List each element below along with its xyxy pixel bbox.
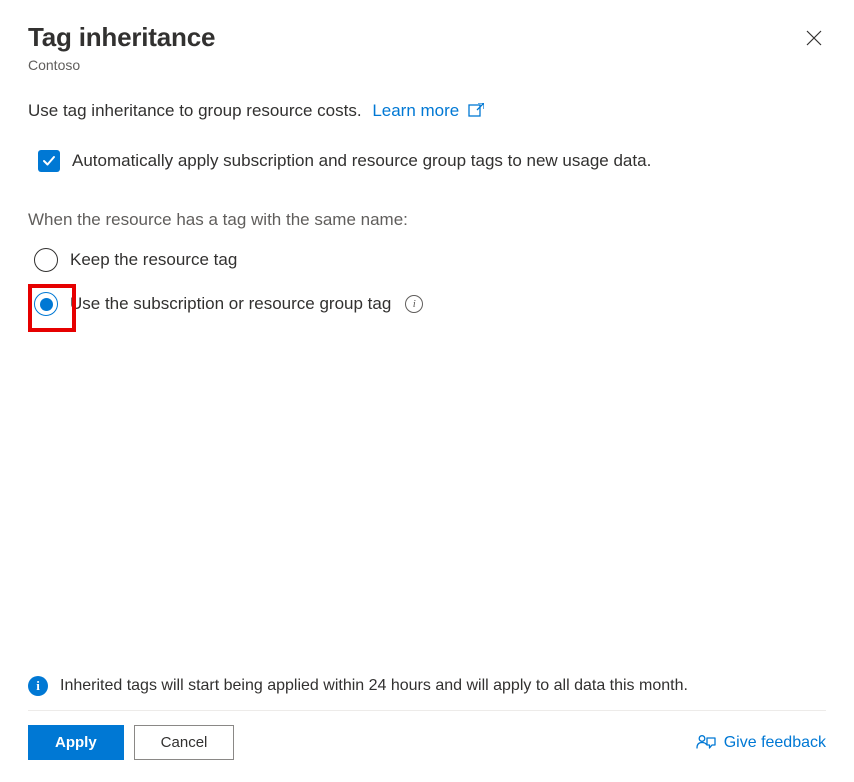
learn-more-label: Learn more (372, 101, 459, 120)
intro-text-row: Use tag inheritance to group resource co… (28, 101, 826, 122)
info-icon[interactable]: i (405, 295, 423, 313)
radio-input[interactable] (34, 292, 58, 316)
conflict-radio-group: Keep the resource tag Use the subscripti… (34, 248, 826, 316)
close-icon (806, 30, 822, 46)
radio-keep-resource-tag[interactable]: Keep the resource tag (34, 248, 826, 272)
radio-input[interactable] (34, 248, 58, 272)
learn-more-link[interactable]: Learn more (372, 101, 484, 120)
spacer (28, 316, 826, 670)
conflict-heading: When the resource has a tag with the sam… (28, 210, 826, 230)
feedback-icon (696, 734, 716, 752)
info-banner-icon: i (28, 676, 48, 696)
panel-header: Tag inheritance Contoso (28, 22, 826, 73)
close-button[interactable] (802, 26, 826, 50)
panel-subtitle: Contoso (28, 57, 826, 73)
info-banner: i Inherited tags will start being applie… (28, 670, 826, 710)
radio-use-subscription-tag[interactable]: Use the subscription or resource group t… (34, 292, 826, 316)
give-feedback-link[interactable]: Give feedback (696, 734, 826, 752)
auto-apply-checkbox[interactable] (38, 150, 60, 172)
footer-actions: Apply Cancel Give feedback (28, 710, 826, 760)
radio-label: Keep the resource tag (70, 250, 237, 270)
panel-title: Tag inheritance (28, 22, 826, 53)
info-banner-text: Inherited tags will start being applied … (60, 677, 688, 695)
radio-label: Use the subscription or resource group t… (70, 294, 391, 314)
intro-text: Use tag inheritance to group resource co… (28, 101, 362, 120)
cancel-button[interactable]: Cancel (134, 725, 235, 760)
apply-button[interactable]: Apply (28, 725, 124, 760)
auto-apply-label: Automatically apply subscription and res… (72, 151, 651, 171)
auto-apply-row: Automatically apply subscription and res… (38, 150, 826, 172)
external-link-icon (468, 102, 484, 122)
checkmark-icon (42, 154, 56, 168)
give-feedback-label: Give feedback (724, 734, 826, 752)
